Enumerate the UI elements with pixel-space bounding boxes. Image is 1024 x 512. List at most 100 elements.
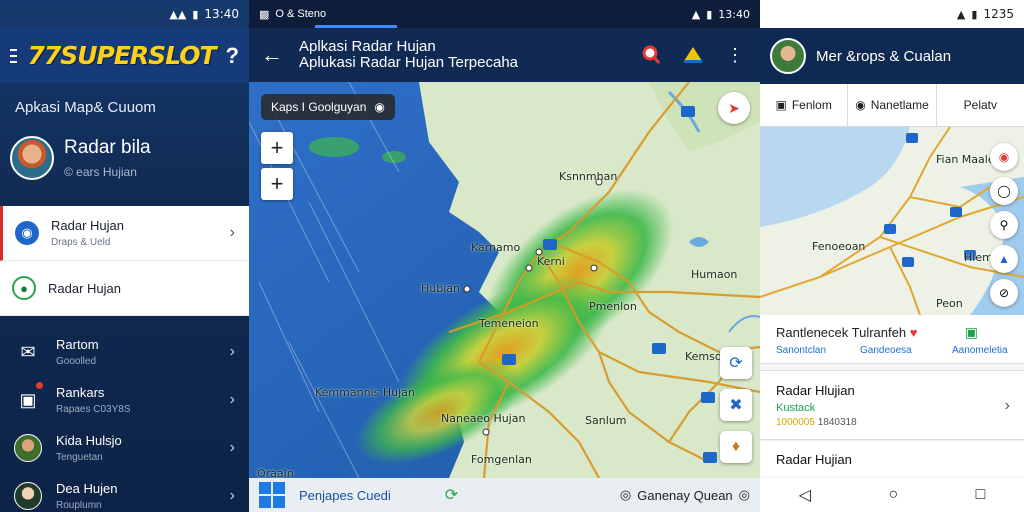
status-time: 13:40 <box>718 7 750 21</box>
weather-icon[interactable] <box>680 42 706 68</box>
navigation-icon[interactable]: ▲ <box>990 245 1018 273</box>
map-label: Kerni <box>537 255 565 268</box>
menu-item-radar-hujan[interactable]: ◉ Radar Hujan Draps & Ueld › <box>0 206 249 261</box>
nav-item-rartom[interactable]: ✉ Rartom Gooolled › <box>0 328 249 376</box>
marker-icon[interactable]: ⚲ <box>990 211 1018 239</box>
map-label: Sanlum <box>585 414 627 427</box>
record-icon-2: ◎ <box>738 487 750 502</box>
help-icon[interactable]: ? <box>226 43 239 69</box>
chevron-right-icon: › <box>229 487 235 504</box>
avatar <box>10 136 54 180</box>
status-time: 13:40 <box>204 7 239 21</box>
tab-fenlom[interactable]: ▣ Fenlom <box>760 84 849 126</box>
pin-icon: ◉ <box>374 100 385 114</box>
map-label: Oraaln <box>257 467 294 478</box>
status-left-text: O & Steno <box>275 8 327 20</box>
nav-item-subtitle: Gooolled <box>56 356 97 367</box>
windows-icon[interactable] <box>259 482 285 508</box>
sidebar-panel: ▲▲ ▮ 13:40 77SUPERSLOT ? Apkasi Map& Cuu… <box>0 0 249 512</box>
status-bar: ▩ O & Steno ▲ ▮ 13:40 <box>249 0 760 28</box>
map-label: Naneaeo Hujan <box>441 412 526 425</box>
map-label: Fomgenlan <box>471 453 532 466</box>
profile[interactable]: Radar bila © ears Hujian <box>0 123 249 189</box>
tools-icon[interactable]: ✖ <box>720 389 752 421</box>
wifi-icon: ▲ <box>691 7 701 21</box>
app-status-icon: ▩ <box>259 8 270 21</box>
bottom-bar: Penjapes Cuedi ⟳ ◎ Ganenay Quean ◎ <box>249 478 760 512</box>
battery-icon: ▮ <box>971 7 978 21</box>
record-icon: ◎ <box>619 487 632 502</box>
refresh-icon[interactable]: ⟳ <box>445 485 458 505</box>
chevron-right-icon: › <box>229 439 235 456</box>
tab-nanetlame[interactable]: ◉ Nanetlame <box>848 84 937 126</box>
zoom-in-button-2[interactable]: + <box>261 168 293 200</box>
chevron-right-icon: › <box>229 391 235 408</box>
brand-logo: 77SUPERSLOT <box>27 41 216 70</box>
back-arrow-icon[interactable]: ← <box>261 42 283 68</box>
layer-chip-label: Kaps I Goolguyan <box>271 100 367 114</box>
location-pin-icon[interactable] <box>638 42 664 68</box>
back-icon[interactable]: ◁ <box>799 485 811 505</box>
home-icon[interactable]: ○ <box>888 486 898 504</box>
location-pin-icon[interactable]: ◉ <box>990 143 1018 171</box>
profile-name: Radar bila <box>64 137 151 158</box>
tab-label: Fenlom <box>791 98 832 112</box>
map-label: Temeneion <box>479 317 539 330</box>
app-header: 77SUPERSLOT ? <box>0 28 249 83</box>
image-icon: ▣ <box>775 98 787 112</box>
battery-icon: ▮ <box>706 7 713 21</box>
info-link[interactable]: Aanomeletia <box>952 345 1008 356</box>
menu-item-title: Radar Hujan <box>51 218 124 233</box>
map-label: Kemmannis Hujan <box>315 386 415 399</box>
map-pin-icon: ● <box>12 276 36 300</box>
tab-label: Nanetlame <box>870 98 929 112</box>
profile-subtitle: © ears Hujian <box>64 165 137 179</box>
compass-icon[interactable]: ➤ <box>718 92 750 124</box>
nav-item-title: Kida Hulsjo <box>56 433 122 448</box>
map-label: Fenoeoan <box>812 240 866 253</box>
nav-item-kida-hulsjo[interactable]: Kida Hulsjo Tenguetan › <box>0 424 249 472</box>
info-link[interactable]: Gandeoesa <box>860 345 912 356</box>
nav-item-subtitle: Rouplumn <box>56 500 102 511</box>
menu-item-radar-hujan-2[interactable]: ● Radar Hujan <box>0 261 249 316</box>
chevron-right-icon: › <box>1004 397 1010 414</box>
status-bar: ▲ ▮ 1235 <box>760 0 1024 28</box>
nav-item-rankars[interactable]: ▣ Rankars Rapaes C03Y8S › <box>0 376 249 424</box>
nav-item-dea-hujen[interactable]: Dea Hujen Rouplumn › <box>0 472 249 512</box>
chevron-right-icon: › <box>229 343 235 360</box>
tab-label: Pelatv <box>963 98 997 112</box>
info-link[interactable]: Sanontclan <box>776 345 826 356</box>
zoom-in-button[interactable]: + <box>261 132 293 164</box>
status-bar: ▲▲ ▮ 13:40 <box>0 0 249 28</box>
app-header: Mer &rops & Cualan <box>760 28 1024 84</box>
share-icon[interactable]: ⟳ <box>720 347 752 379</box>
bottom-left-link[interactable]: Penjapes Cuedi <box>299 488 391 503</box>
compass-icon[interactable]: ⊘ <box>990 279 1018 307</box>
map-label: Peon <box>936 297 963 310</box>
puzzle-icon[interactable]: ♦ <box>720 431 752 463</box>
bottom-right-link[interactable]: Ganenay Quean <box>637 488 732 503</box>
avatar[interactable] <box>770 38 806 74</box>
pin-outline-icon[interactable]: ◯ <box>990 177 1018 205</box>
radar-map[interactable]: Ksnnmhan Karnamo Kerni Hubian Humaon Tem… <box>249 82 760 478</box>
mail-icon: ✉ <box>20 341 36 362</box>
lock-icon: ▣ <box>964 324 978 340</box>
mini-map[interactable]: Fian Maale Fenoeoan Hlemt Peon ◉ ◯ ⚲ ▲ ⊘ <box>760 127 1024 315</box>
wifi-icon: ▲ <box>956 7 966 21</box>
nav-item-title: Dea Hujen <box>56 481 118 496</box>
layer-chip[interactable]: Kaps I Goolguyan ◉ <box>261 94 395 120</box>
nav-item-title: Rartom <box>56 337 99 352</box>
app-subtitle: Aplukasi Radar Hujan Terpecaha <box>299 54 519 71</box>
more-vert-icon[interactable]: ⋮ <box>722 42 748 68</box>
menu-item-title: Radar Hujan <box>48 280 121 296</box>
list-item[interactable]: Radar Hujian <box>760 442 1024 476</box>
menu-icon[interactable] <box>10 48 18 63</box>
info-box: Rantlenecek Tulranfeh ♥ ▣ Sanontclan Gan… <box>760 315 1024 364</box>
inbox-icon: ▣ <box>19 389 37 410</box>
result-card[interactable]: Radar Hlujian Kustack 1000005 1840318 › <box>760 370 1024 440</box>
nav-item-title: Rankars <box>56 385 105 400</box>
recents-icon[interactable]: □ <box>976 486 986 504</box>
search-icon: ◉ <box>15 221 39 245</box>
radar-map-panel: ▩ O & Steno ▲ ▮ 13:40 ← Aplkasi Radar Hu… <box>249 0 760 512</box>
tab-pelatv[interactable]: Pelatv <box>937 84 1024 126</box>
